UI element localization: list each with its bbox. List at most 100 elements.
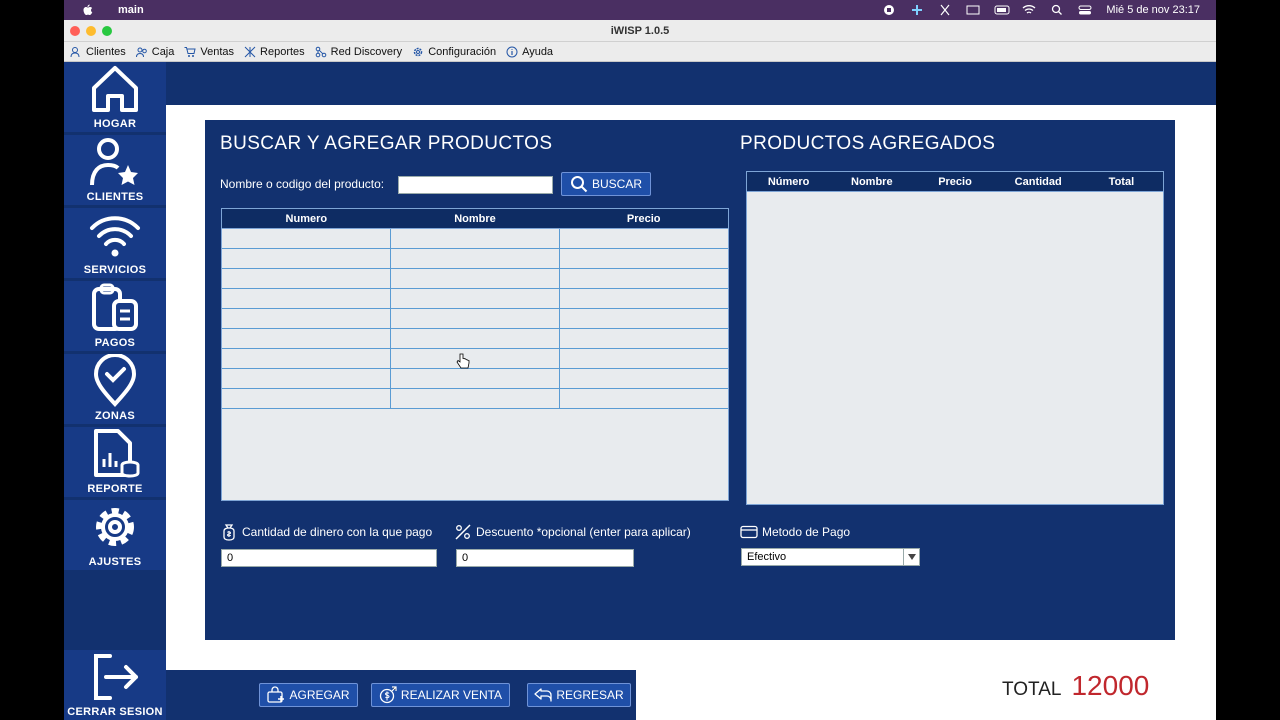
amount-input[interactable]: 0 [221, 549, 437, 567]
system-clock[interactable]: Mié 5 de nov 23:17 [1106, 4, 1200, 16]
table-row[interactable] [222, 289, 728, 309]
payment-method-select[interactable]: Efectivo [741, 548, 920, 566]
total-value: 12000 [1071, 670, 1150, 701]
back-button[interactable]: REGRESAR [527, 683, 631, 707]
table-cell[interactable] [560, 309, 728, 328]
wifi-icon [90, 216, 140, 257]
column-header-cantidad[interactable]: Cantidad [997, 172, 1080, 191]
window-titlebar[interactable]: iWISP 1.0.5 [64, 20, 1216, 42]
table-cell[interactable] [222, 389, 391, 408]
sidebar: HOGAR CLIENTES SERVICIOS PAGOS ZONAS REP… [64, 62, 166, 720]
credit-card-icon [740, 525, 758, 539]
column-header-precio[interactable]: Precio [559, 209, 728, 228]
table-cell[interactable] [391, 369, 560, 388]
table-cell[interactable] [560, 329, 728, 348]
table-cell[interactable] [560, 229, 728, 248]
table-cell[interactable] [222, 369, 391, 388]
return-arrow-icon [534, 688, 552, 702]
make-sale-button[interactable]: REALIZAR VENTA [371, 683, 510, 707]
table-row[interactable] [222, 269, 728, 289]
table-cell[interactable] [222, 329, 391, 348]
minimize-window-button[interactable] [86, 26, 96, 36]
table-cell[interactable] [560, 389, 728, 408]
column-header-nombre[interactable]: Nombre [830, 172, 913, 191]
table-cell[interactable] [560, 249, 728, 268]
logout-icon [94, 654, 138, 700]
menu-caja[interactable]: Caja [135, 46, 174, 58]
added-products-table[interactable]: Número Nombre Precio Cantidad Total [746, 171, 1164, 505]
spotlight-search-icon[interactable] [1050, 4, 1064, 16]
table-cell[interactable] [222, 269, 391, 288]
close-window-button[interactable] [70, 26, 80, 36]
table-row[interactable] [222, 389, 728, 409]
search-results-header: Numero Nombre Precio [222, 209, 728, 229]
network-status-icon[interactable] [910, 4, 924, 16]
clipboard-icon [92, 283, 138, 331]
table-row[interactable] [222, 349, 728, 369]
table-cell[interactable] [391, 349, 560, 368]
location-check-icon [93, 354, 137, 407]
table-row[interactable] [222, 309, 728, 329]
total-label: TOTAL [1002, 679, 1062, 700]
table-row[interactable] [222, 329, 728, 349]
table-cell[interactable] [222, 249, 391, 268]
apple-icon[interactable] [82, 4, 94, 16]
table-cell[interactable] [222, 349, 391, 368]
column-header-numero[interactable]: Número [747, 172, 830, 191]
menu-ventas[interactable]: Ventas [184, 46, 234, 58]
battery-icon[interactable] [994, 4, 1010, 16]
table-cell[interactable] [560, 289, 728, 308]
sidebar-item-zonas[interactable]: ZONAS [64, 354, 166, 424]
sidebar-item-servicios[interactable]: SERVICIOS [64, 208, 166, 278]
table-row[interactable] [222, 369, 728, 389]
discount-input[interactable]: 0 [456, 549, 634, 567]
search-button[interactable]: BUSCAR [561, 172, 651, 196]
table-row[interactable] [222, 229, 728, 249]
logout-button[interactable]: CERRAR SESION [64, 650, 166, 720]
add-button[interactable]: AGREGAR [259, 683, 358, 707]
display-icon[interactable] [966, 4, 980, 16]
table-cell[interactable] [222, 309, 391, 328]
table-cell[interactable] [560, 349, 728, 368]
menu-reportes[interactable]: Reportes [244, 46, 305, 58]
sidebar-item-reporte[interactable]: REPORTE [64, 427, 166, 497]
zoom-window-button[interactable] [102, 26, 112, 36]
x-icon[interactable] [938, 4, 952, 16]
table-cell[interactable] [391, 269, 560, 288]
table-cell[interactable] [391, 329, 560, 348]
active-app-name[interactable]: main [118, 4, 144, 16]
table-cell[interactable] [222, 289, 391, 308]
search-results-table[interactable]: Numero Nombre Precio [221, 208, 729, 501]
sidebar-item-hogar[interactable]: HOGAR [64, 62, 166, 132]
added-section-title: PRODUCTOS AGREGADOS [740, 133, 996, 154]
sidebar-item-pagos[interactable]: PAGOS [64, 281, 166, 351]
bag-add-icon [267, 686, 285, 703]
sidebar-item-clientes[interactable]: CLIENTES [64, 135, 166, 205]
wifi-status-icon[interactable] [1022, 4, 1036, 16]
table-cell[interactable] [391, 389, 560, 408]
table-cell[interactable] [560, 269, 728, 288]
info-icon [506, 46, 518, 57]
share-icon [315, 46, 326, 57]
control-center-icon[interactable] [1078, 4, 1092, 16]
table-cell[interactable] [391, 249, 560, 268]
table-cell[interactable] [391, 229, 560, 248]
home-icon [92, 66, 138, 112]
menu-red-discovery[interactable]: Red Discovery [315, 46, 402, 58]
column-header-precio[interactable]: Precio [913, 172, 996, 191]
menu-configuracion[interactable]: Configuración [412, 46, 496, 58]
table-cell[interactable] [560, 369, 728, 388]
chevron-down-icon[interactable] [903, 549, 919, 565]
column-header-numero[interactable]: Numero [222, 209, 391, 228]
table-cell[interactable] [391, 309, 560, 328]
menu-clientes[interactable]: Clientes [70, 46, 126, 58]
sidebar-item-ajustes[interactable]: AJUSTES [64, 500, 166, 570]
search-input[interactable] [398, 176, 553, 194]
menu-ayuda[interactable]: Ayuda [506, 46, 553, 58]
table-row[interactable] [222, 249, 728, 269]
record-icon[interactable] [882, 4, 896, 16]
table-cell[interactable] [222, 229, 391, 248]
column-header-total[interactable]: Total [1080, 172, 1163, 191]
table-cell[interactable] [391, 289, 560, 308]
column-header-nombre[interactable]: Nombre [391, 209, 560, 228]
